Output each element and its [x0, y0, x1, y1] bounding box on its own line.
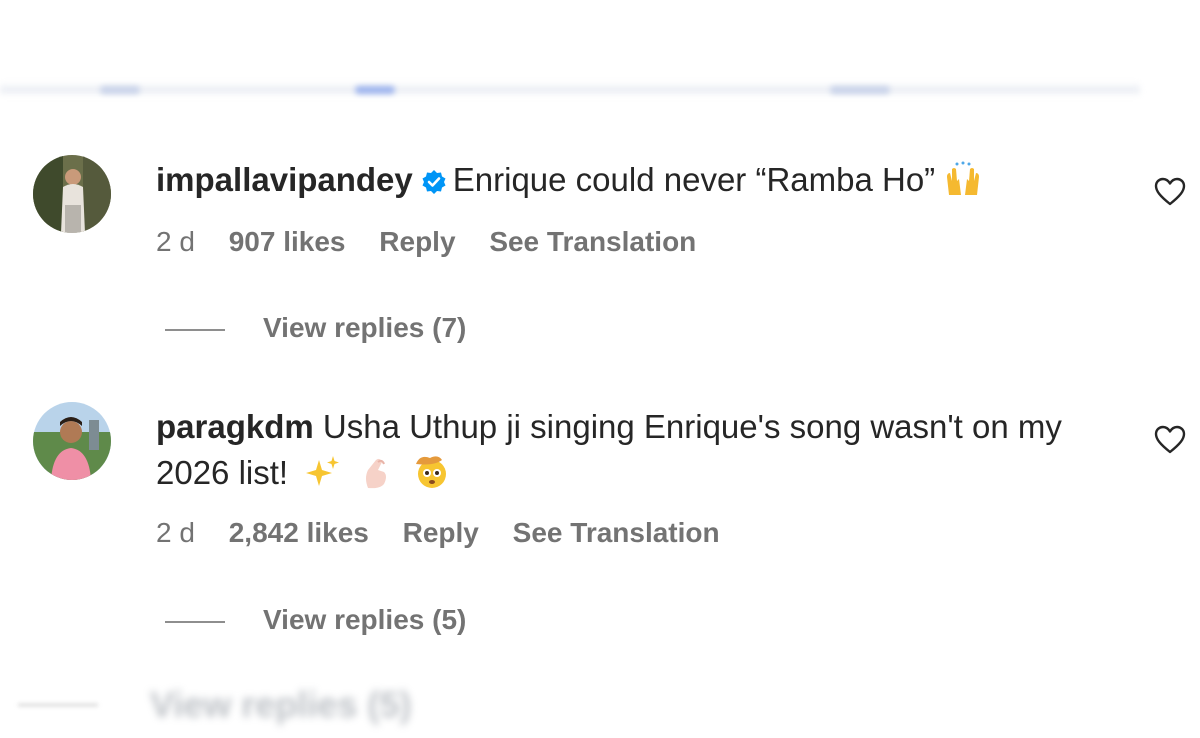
blurred-dot	[830, 86, 890, 94]
likes-count[interactable]: 2,842 likes	[229, 517, 369, 548]
comment-body: Enrique could never “Ramba Ho”	[452, 161, 936, 198]
view-replies-button[interactable]: View replies (7)	[165, 312, 466, 344]
see-translation-button[interactable]: See Translation	[489, 226, 696, 257]
username[interactable]: paragkdm	[156, 408, 314, 445]
like-heart-icon[interactable]	[1154, 176, 1186, 208]
blurred-view-replies: View replies (5)	[150, 684, 412, 725]
comment-meta: 2 d 907 likes Reply See Translation	[156, 226, 722, 258]
timestamp: 2 d	[156, 517, 195, 548]
verified-badge-icon	[421, 161, 447, 207]
view-replies-button[interactable]: View replies (5)	[165, 604, 466, 636]
sparkles-emoji-icon	[305, 454, 341, 502]
username[interactable]: impallavipandey	[156, 161, 413, 198]
avatar[interactable]	[33, 402, 111, 480]
comment-text: impallavipandey Enrique could never “Ram…	[156, 157, 983, 209]
blurred-divider	[18, 704, 98, 706]
previous-content-blur	[0, 0, 1200, 96]
finger-heart-emoji-icon	[358, 454, 394, 502]
cowboy-face-emoji-icon	[412, 452, 450, 502]
see-translation-button[interactable]: See Translation	[513, 517, 720, 548]
reply-button[interactable]: Reply	[403, 517, 479, 548]
reply-button[interactable]: Reply	[379, 226, 455, 257]
blurred-band	[0, 82, 1140, 96]
likes-count[interactable]: 907 likes	[229, 226, 346, 257]
comment-text: paragkdm Usha Uthup ji singing Enrique's…	[156, 404, 1062, 502]
like-heart-icon[interactable]	[1154, 424, 1186, 456]
replies-divider	[165, 620, 225, 623]
replies-divider	[165, 328, 225, 331]
view-replies-label: View replies (7)	[263, 312, 467, 343]
comment-body-line1: Usha Uthup ji singing Enrique's song was…	[322, 408, 1062, 445]
view-replies-label: View replies (5)	[263, 604, 467, 635]
comment-body-line2: 2026 list!	[156, 454, 289, 491]
blurred-dot	[100, 86, 140, 94]
avatar[interactable]	[33, 155, 111, 233]
comment-meta: 2 d 2,842 likes Reply See Translation	[156, 517, 746, 549]
raising-hands-emoji-icon	[943, 161, 983, 209]
timestamp: 2 d	[156, 226, 195, 257]
blurred-dot	[355, 86, 395, 94]
